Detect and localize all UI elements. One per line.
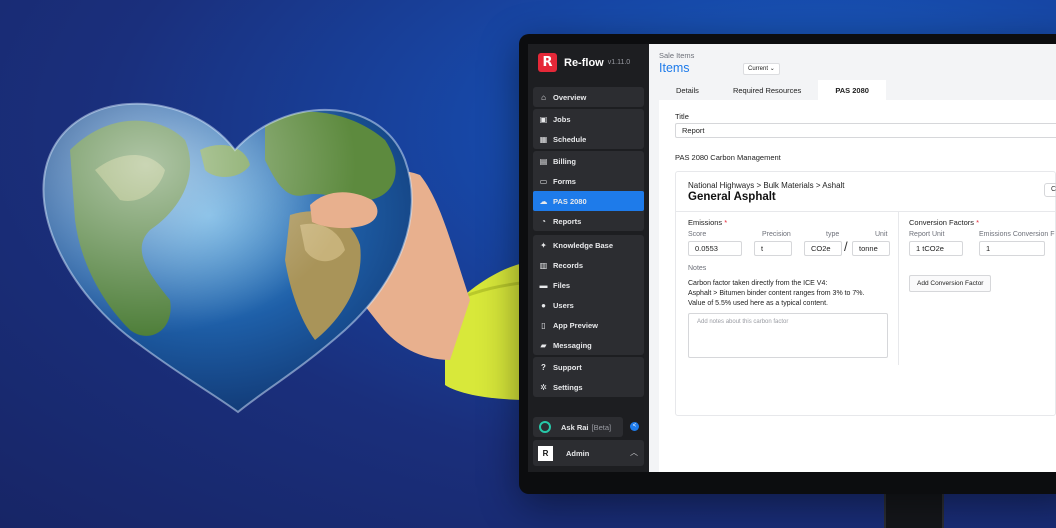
divider xyxy=(676,211,1056,212)
nav-group-1: ⌂ Overview xyxy=(533,87,644,107)
sidebar-item-users[interactable]: ● Users xyxy=(533,295,644,315)
user-icon: ● xyxy=(541,300,546,310)
chevron-up-icon: ︿ xyxy=(630,448,638,457)
document-icon: ▭ xyxy=(539,176,548,186)
notes-text: Carbon factor taken directly from the IC… xyxy=(688,280,865,307)
carbon-factor-name: General Asphalt xyxy=(688,191,776,203)
tab-pas-2080[interactable]: PAS 2080 xyxy=(818,80,886,100)
conversion-factors-heading: Conversion Factors * xyxy=(909,218,980,227)
score-label: Score xyxy=(688,231,707,238)
add-conversion-factor-button[interactable]: Add Conversion Factor xyxy=(909,275,992,292)
notes-textarea[interactable]: Add notes about this carbon factor xyxy=(688,313,888,358)
chat-icon: ▰ xyxy=(540,340,547,350)
nav-group-5: ? Support ✲ Settings xyxy=(533,357,644,397)
archive-icon: ▥ xyxy=(539,260,548,270)
sidebar-item-settings[interactable]: ✲ Settings xyxy=(533,377,644,397)
folder-icon: ▬ xyxy=(539,280,548,290)
breadcrumb[interactable]: Sale Items xyxy=(659,51,694,60)
section-heading: PAS 2080 Carbon Management xyxy=(675,153,781,162)
app-name: Re-flow xyxy=(564,56,604,69)
nav-group-4: ✦ Knowledge Base ▥ Records ▬ Files ● Users ▯… xyxy=(533,235,644,355)
monitor-stand xyxy=(884,488,944,528)
carbon-factor-path: National Highways > Bulk Materials > Ash… xyxy=(688,181,845,190)
app-version: v1.11.0 xyxy=(607,59,631,66)
score-input[interactable]: 0.0553 xyxy=(688,241,742,256)
receipt-icon: ▤ xyxy=(539,156,548,166)
title-label: Title xyxy=(675,112,689,121)
sidebar-item-records[interactable]: ▥ Records xyxy=(533,255,644,275)
briefcase-icon: ▣ xyxy=(539,114,548,124)
type-input[interactable]: CO2e xyxy=(804,241,842,256)
tab-details[interactable]: Details xyxy=(659,80,716,100)
type-label: type xyxy=(826,231,840,238)
home-icon: ⌂ xyxy=(541,92,546,102)
help-icon: ? xyxy=(541,362,546,372)
notes-label: Notes xyxy=(688,265,707,272)
tab-required-resources[interactable]: Required Resources xyxy=(716,80,818,100)
emissions-conversion-input[interactable]: 1 xyxy=(979,241,1045,256)
sidebar-item-app-preview[interactable]: ▯ App Preview xyxy=(533,315,644,335)
unit-input[interactable]: tonne xyxy=(852,241,890,256)
mobile-icon: ▯ xyxy=(541,320,546,330)
main-content: Sale Items Items Current ⌄ Details Requi… xyxy=(649,44,1056,472)
beta-badge: [Beta] xyxy=(591,422,612,432)
title-input[interactable]: Report xyxy=(675,123,1056,138)
cloud-icon: ☁ xyxy=(539,196,548,206)
admin-account-menu[interactable]: R Admin ︿ xyxy=(533,440,644,466)
avatar: R xyxy=(538,445,553,461)
tab-bar: Details Required Resources PAS 2080 xyxy=(659,80,1056,100)
collapse-sidebar-icon[interactable]: < xyxy=(630,422,639,431)
sidebar-item-jobs[interactable]: ▣ Jobs xyxy=(533,109,644,129)
card-action-button[interactable]: C xyxy=(1044,183,1056,197)
gear-icon: ✲ xyxy=(540,382,547,392)
calendar-icon: ▦ xyxy=(539,134,548,144)
emissions-heading: Emissions * xyxy=(688,218,728,227)
reflow-logo: R xyxy=(538,53,557,72)
column-divider xyxy=(898,212,899,365)
sidebar-item-billing[interactable]: ▤ Billing xyxy=(533,151,644,171)
sidebar-item-messaging[interactable]: ▰ Messaging xyxy=(533,335,644,355)
app-window: R Re-flow v1.11.0 ⌂ Overview ▣ Jobs ▦ Sched… xyxy=(528,44,1056,472)
brand[interactable]: R Re-flow v1.11.0 xyxy=(538,53,630,72)
carbon-factor-card: National Highways > Bulk Materials > Ash… xyxy=(675,171,1056,416)
sidebar-item-files[interactable]: ▬ Files xyxy=(533,275,644,295)
chevron-down-icon: ⌄ xyxy=(769,66,775,72)
sidebar-item-forms[interactable]: ▭ Forms xyxy=(533,171,644,191)
sidebar: R Re-flow v1.11.0 ⌂ Overview ▣ Jobs ▦ Sched… xyxy=(528,44,649,472)
sidebar-item-reports[interactable]: ◔ Reports xyxy=(533,211,644,231)
precision-input[interactable]: t xyxy=(754,241,792,256)
sidebar-item-knowledge-base[interactable]: ✦ Knowledge Base xyxy=(533,235,644,255)
tab-panel: Title Report PAS 2080 Carbon Management … xyxy=(659,100,1056,472)
ask-rai-button[interactable]: Ask Rai [Beta] xyxy=(533,417,623,437)
rai-assistant-icon xyxy=(539,421,551,433)
emissions-conversion-label: Emissions Conversion F xyxy=(979,231,1055,238)
report-unit-label: Report Unit xyxy=(909,231,945,238)
report-unit-input[interactable]: 1 tCO2e xyxy=(909,241,963,256)
sidebar-item-support[interactable]: ? Support xyxy=(533,357,644,377)
precision-label: Precision xyxy=(762,231,791,238)
nav-group-2: ▣ Jobs ▦ Schedule xyxy=(533,109,644,149)
pie-chart-icon: ◔ xyxy=(541,216,546,226)
sidebar-item-pas-2080[interactable]: ☁ PAS 2080 xyxy=(533,191,644,211)
unit-label: Unit xyxy=(875,231,888,238)
sidebar-item-overview[interactable]: ⌂ Overview xyxy=(533,87,644,107)
sidebar-item-schedule[interactable]: ▦ Schedule xyxy=(533,129,644,149)
lightbulb-icon: ✦ xyxy=(540,240,547,250)
page-title: Items xyxy=(659,61,690,75)
nav-group-3: ▤ Billing ▭ Forms ☁ PAS 2080 ◔ Reports xyxy=(533,151,644,231)
unit-separator: / xyxy=(844,239,848,254)
version-select[interactable]: Current ⌄ xyxy=(743,63,780,75)
